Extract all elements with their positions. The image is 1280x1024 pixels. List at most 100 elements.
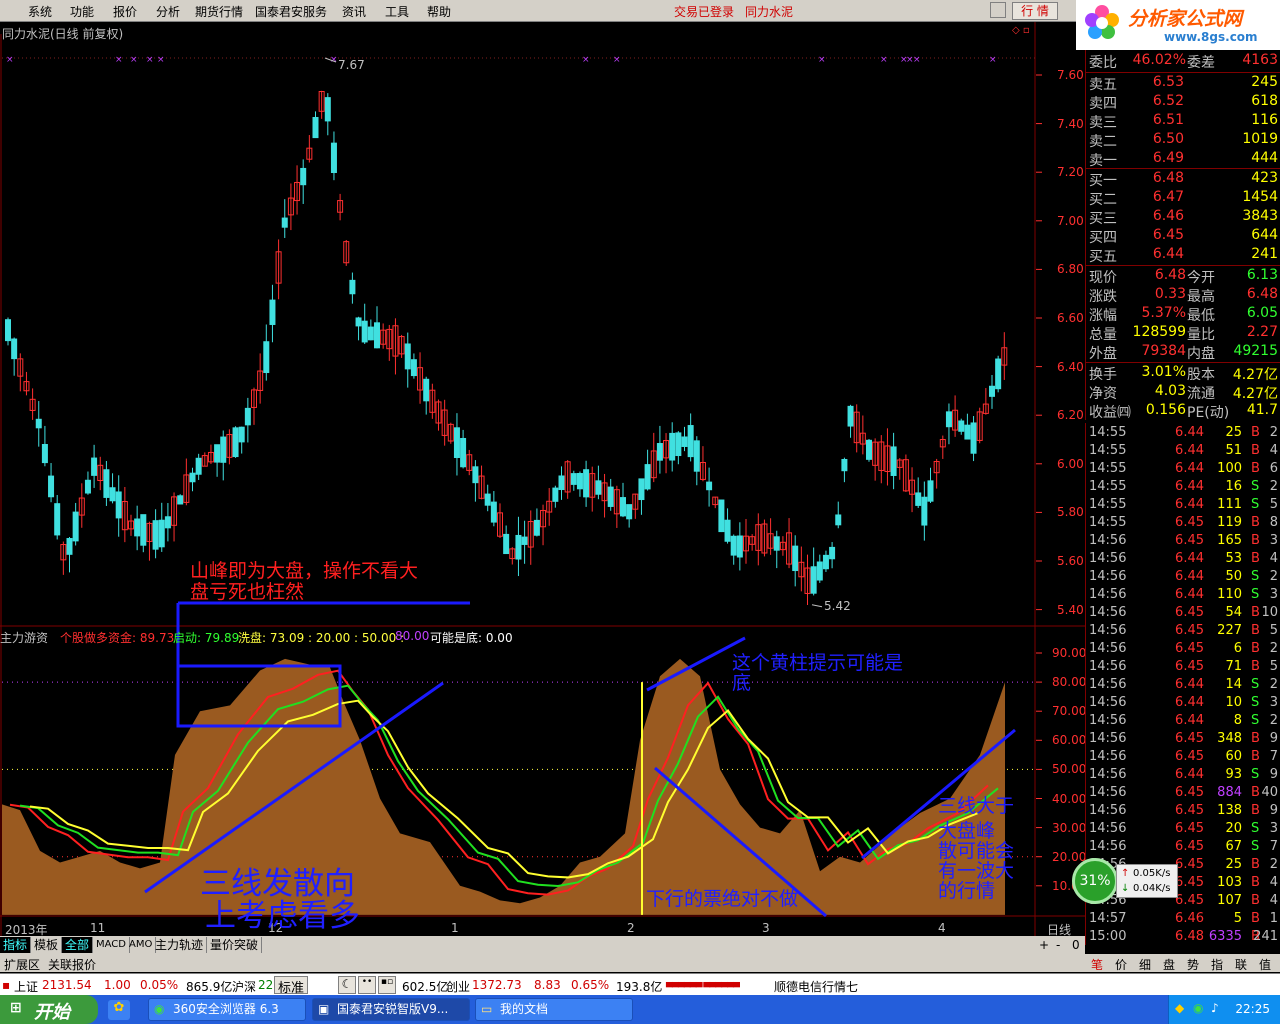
taskbar-browser-label: 360安全浏览器 6.3 bbox=[173, 1002, 279, 1016]
candle-body bbox=[281, 217, 288, 228]
menu-function[interactable]: 功能 bbox=[70, 3, 94, 20]
tick-time: 14:56 bbox=[1089, 677, 1127, 692]
indicator-axis-label: 60.00 bbox=[1052, 733, 1087, 748]
candle-body bbox=[11, 338, 18, 360]
right-tab[interactable]: 指 bbox=[1211, 956, 1223, 973]
kline-chart-area[interactable]: × × × × × × × × × × × × × × 同力水泥(日线 前复权) ◇ ▫ 7.67 5.4… bbox=[0, 22, 1087, 952]
sell-order-row: 卖四 6.52 618 bbox=[1086, 93, 1280, 112]
order-level-name: 卖二 bbox=[1089, 134, 1117, 150]
tick-row[interactable]: 14:57 6.46 5 B 1 bbox=[1086, 911, 1280, 929]
tick-row[interactable]: 14:55 6.44 111 S 5 bbox=[1086, 497, 1280, 515]
toolbar-icon[interactable]: ▪▫ bbox=[378, 976, 396, 994]
right-tab[interactable]: 细 bbox=[1139, 956, 1151, 973]
tick-time: 14:56 bbox=[1089, 839, 1127, 854]
tick-price: 6.44 bbox=[1175, 767, 1204, 782]
tick-row[interactable]: 14:56 6.45 227 B 5 bbox=[1086, 623, 1280, 641]
tick-row[interactable]: 14:56 6.45 71 B 5 bbox=[1086, 659, 1280, 677]
zoom-out-button[interactable]: - bbox=[1053, 937, 1063, 953]
candle-body bbox=[970, 422, 977, 454]
taskbar-browser[interactable]: ◉ 360安全浏览器 6.3 bbox=[148, 998, 306, 1021]
menu-tools[interactable]: 工具 bbox=[385, 3, 409, 20]
price-axis-label: 5.80 bbox=[1057, 505, 1084, 520]
tray-icon[interactable]: ◆ bbox=[1175, 1001, 1184, 1015]
menu-news[interactable]: 资讯 bbox=[342, 3, 366, 20]
price-axis-label: 6.20 bbox=[1057, 408, 1084, 423]
tick-row[interactable]: 14:56 6.44 10 S 3 bbox=[1086, 695, 1280, 713]
tick-row[interactable]: 14:56 6.45 6 B 2 bbox=[1086, 641, 1280, 659]
tick-side: S bbox=[1251, 839, 1260, 854]
night-mode-icon[interactable]: ☾ bbox=[338, 976, 356, 994]
tick-side: B bbox=[1251, 749, 1260, 764]
tick-row[interactable]: 14:56 6.45 20 S 3 bbox=[1086, 821, 1280, 839]
event-marker-icon: × bbox=[989, 55, 997, 65]
mode-standard-button[interactable]: 标准 bbox=[274, 976, 309, 996]
tick-row[interactable]: 15:00 6.48 6335 B 241 bbox=[1086, 929, 1280, 947]
tick-volume: 100 bbox=[1217, 461, 1242, 476]
tick-row[interactable]: 14:56 6.44 50 S 2 bbox=[1086, 569, 1280, 587]
tab-macd[interactable]: MACD bbox=[93, 937, 130, 953]
tick-row[interactable]: 14:56 6.44 8 S 2 bbox=[1086, 713, 1280, 731]
tick-row[interactable]: 14:56 6.44 14 S 2 bbox=[1086, 677, 1280, 695]
minimize-icon[interactable] bbox=[990, 2, 1006, 18]
tick-row[interactable]: 14:56 6.45 67 S 7 bbox=[1086, 839, 1280, 857]
chart-options-icon[interactable]: ◇ ▫ bbox=[1012, 25, 1030, 36]
tick-row[interactable]: 14:55 6.45 119 B 8 bbox=[1086, 515, 1280, 533]
tick-row[interactable]: 14:56 6.45 884 B 40 bbox=[1086, 785, 1280, 803]
right-tab[interactable]: 盘 bbox=[1163, 956, 1175, 973]
network-speed-widget[interactable]: 31% ↑ 0.05K/s ↓ 0.04K/s bbox=[1072, 858, 1178, 904]
tick-price: 6.44 bbox=[1175, 695, 1204, 710]
tab-template[interactable]: 模板 bbox=[31, 937, 63, 953]
start-button[interactable]: ⊞ 开始 bbox=[0, 995, 98, 1024]
tab-extension[interactable]: 扩展区 bbox=[4, 956, 40, 973]
toolbar-icon[interactable]: •• bbox=[358, 976, 376, 994]
system-tray: ◆ ◉ ♪ 22:25 bbox=[1168, 995, 1280, 1024]
candle-body bbox=[810, 566, 817, 594]
menu-system[interactable]: 系统 bbox=[28, 3, 52, 20]
taskbar-documents[interactable]: ▭ 我的文档 bbox=[475, 998, 633, 1021]
tick-row[interactable]: 14:55 6.44 51 B 4 bbox=[1086, 443, 1280, 461]
candle-body bbox=[503, 533, 510, 555]
tick-side: B bbox=[1251, 623, 1260, 638]
candle-body bbox=[638, 478, 645, 501]
tick-row[interactable]: 14:56 6.44 93 S 9 bbox=[1086, 767, 1280, 785]
quote-button[interactable]: 行 情 bbox=[1012, 2, 1058, 20]
volume-icon[interactable]: ♪ bbox=[1211, 1001, 1219, 1015]
right-tab[interactable]: 势 bbox=[1187, 956, 1199, 973]
menu-gtja-service[interactable]: 国泰君安服务 bbox=[255, 3, 327, 20]
quick-launch-icon[interactable]: ✿ bbox=[108, 1000, 130, 1020]
tab-all[interactable]: 全部 bbox=[62, 937, 94, 953]
tick-row[interactable]: 14:56 6.45 138 B 9 bbox=[1086, 803, 1280, 821]
tick-row[interactable]: 14:56 6.45 165 B 3 bbox=[1086, 533, 1280, 551]
menu-futures[interactable]: 期货行情 bbox=[195, 3, 243, 20]
tab-volume-breakout[interactable]: 量价突破 bbox=[207, 937, 263, 953]
tick-row[interactable]: 14:56 6.45 54 B 10 bbox=[1086, 605, 1280, 623]
chart-canvas[interactable]: × × × × × × × × × × ×× × × bbox=[0, 22, 1085, 936]
tab-related-quote[interactable]: 关联报价 bbox=[48, 956, 96, 973]
right-tab[interactable]: 值 bbox=[1259, 956, 1271, 973]
tick-row[interactable]: 14:55 6.44 16 S 2 bbox=[1086, 479, 1280, 497]
tick-time: 14:55 bbox=[1089, 443, 1127, 458]
menu-quote[interactable]: 报价 bbox=[113, 3, 137, 20]
tick-row[interactable]: 14:56 6.44 110 S 3 bbox=[1086, 587, 1280, 605]
tick-row[interactable]: 14:56 6.45 60 B 7 bbox=[1086, 749, 1280, 767]
tick-row[interactable]: 14:56 6.45 348 B 9 bbox=[1086, 731, 1280, 749]
tick-row[interactable]: 14:56 6.44 53 B 4 bbox=[1086, 551, 1280, 569]
candle-body bbox=[54, 503, 61, 536]
tick-volume: 93 bbox=[1225, 767, 1242, 782]
tray-icon[interactable]: ◉ bbox=[1193, 1001, 1203, 1015]
menu-help[interactable]: 帮助 bbox=[427, 3, 451, 20]
tab-main-track[interactable]: 主力轨迹 bbox=[152, 937, 208, 953]
right-tab[interactable]: 价 bbox=[1115, 956, 1127, 973]
menu-analysis[interactable]: 分析 bbox=[156, 3, 180, 20]
tick-row[interactable]: 14:55 6.44 100 B 6 bbox=[1086, 461, 1280, 479]
tab-indicator[interactable]: 指标 bbox=[0, 937, 32, 953]
taskbar-trading-app[interactable]: ▣ 国泰君安锐智版V9... bbox=[312, 998, 470, 1021]
right-tab[interactable]: 笔 bbox=[1091, 956, 1103, 973]
tick-row[interactable]: 14:55 6.44 25 B 2 bbox=[1086, 425, 1280, 443]
zoom-in-button[interactable]: + bbox=[1036, 937, 1052, 953]
news-ticker[interactable]: 顺德电信行情七 bbox=[774, 978, 858, 995]
right-tab[interactable]: 联 bbox=[1235, 956, 1247, 973]
tick-volume: 54 bbox=[1225, 605, 1242, 620]
zoom-reset-button[interactable]: 0 bbox=[1069, 937, 1083, 953]
speed-percent[interactable]: 31% bbox=[1072, 858, 1118, 904]
